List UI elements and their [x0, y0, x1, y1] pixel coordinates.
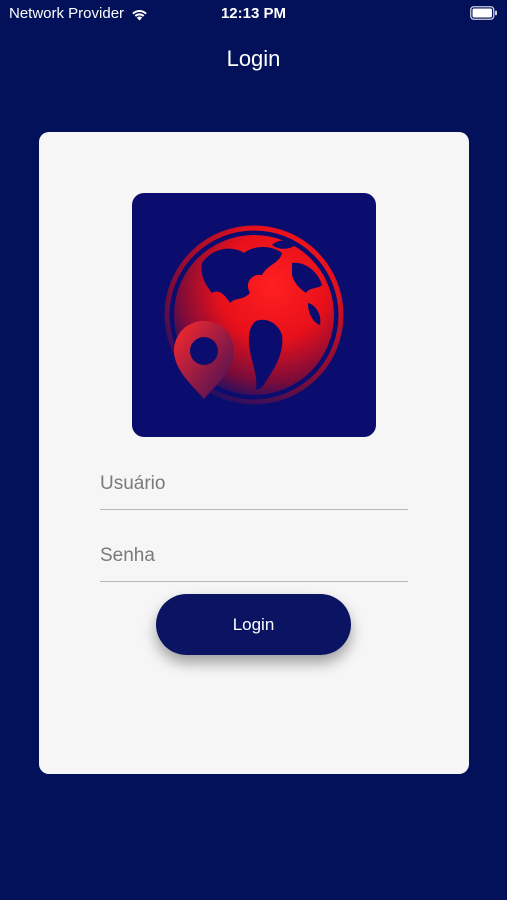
username-field[interactable]: [100, 459, 408, 510]
username-input[interactable]: [100, 459, 408, 509]
status-time: 12:13 PM: [220, 5, 287, 22]
login-card: Login: [39, 132, 469, 774]
page-title: Login: [226, 46, 281, 71]
status-bar: Network Provider 12:13 PM: [0, 0, 507, 28]
battery-icon: [470, 6, 498, 20]
globe-location-pin-icon: [132, 193, 376, 437]
login-button[interactable]: Login: [156, 594, 351, 655]
password-input[interactable]: [100, 531, 408, 581]
password-field[interactable]: [100, 531, 408, 582]
